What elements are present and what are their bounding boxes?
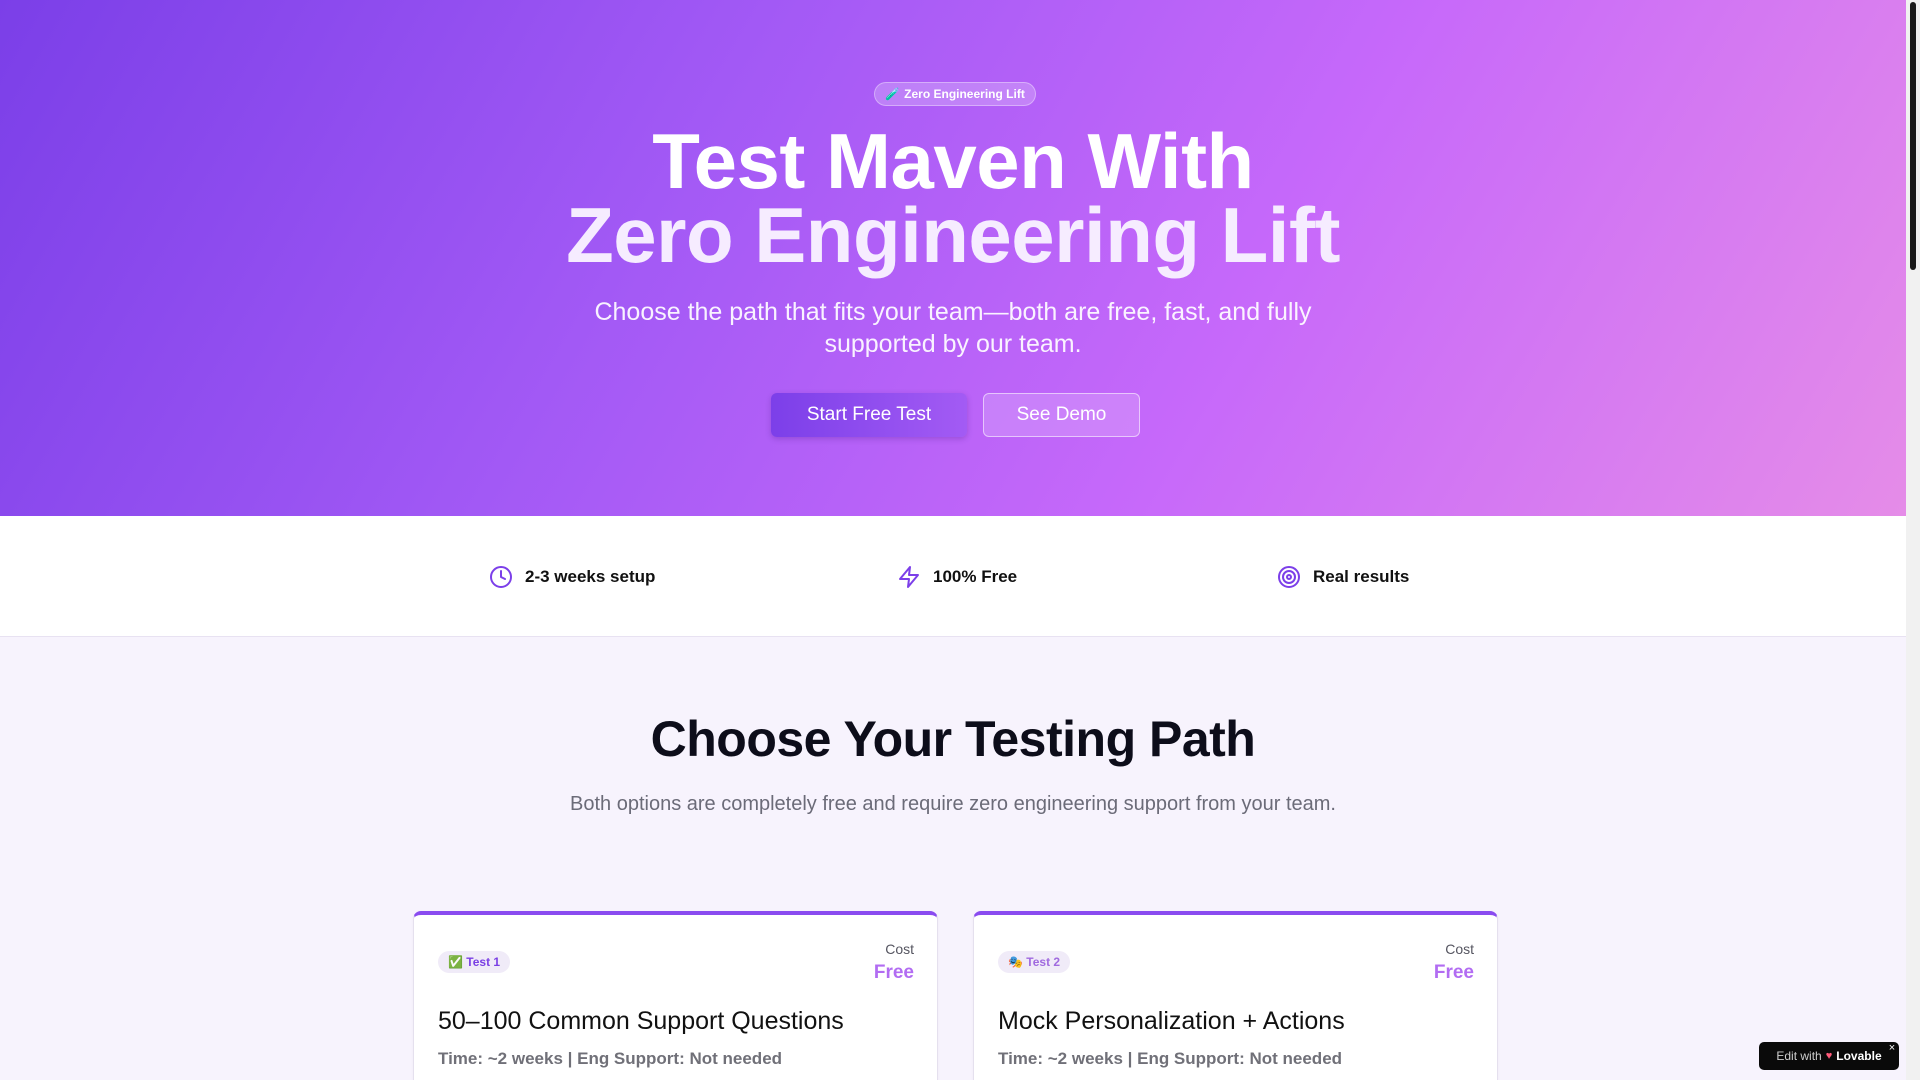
card-title: Mock Personalization + Actions <box>998 1007 1345 1035</box>
start-free-test-button[interactable]: Start Free Test <box>771 393 967 437</box>
section-title: Choose Your Testing Path <box>650 711 1256 767</box>
close-icon[interactable]: × <box>1886 1042 1898 1054</box>
card-tag: 🎭 Test 2 <box>998 951 1071 973</box>
test-card-1[interactable]: ✅ Test 1 Cost Free 50–100 Common Support… <box>413 911 938 1080</box>
hero-section: 🧪 Zero Engineering Lift Test Maven With Z… <box>0 0 1906 516</box>
hero-title-line2: Zero Engineering Lift <box>566 191 1340 279</box>
lovable-heart-icon: ♥ <box>1825 1050 1833 1062</box>
cost-value: Free <box>873 962 914 983</box>
cost-label: Cost <box>885 941 914 957</box>
features-strip: 2-3 weeks setup 100% Free Real results <box>0 516 1906 637</box>
hero-badge-label: Zero Engineering Lift <box>904 87 1025 101</box>
page-scrollbar[interactable] <box>1906 0 1920 1080</box>
theater-masks-icon: 🎭 <box>1008 955 1023 969</box>
check-icon: ✅ <box>448 955 463 969</box>
feature-results: Real results <box>1277 564 1409 590</box>
card-tag-label: Test 1 <box>466 955 501 969</box>
edit-badge-prefix: Edit with <box>1776 1049 1822 1063</box>
feature-label: 100% Free <box>933 567 1018 586</box>
test-card-2[interactable]: 🎭 Test 2 Cost Free Mock Personalization … <box>973 911 1498 1080</box>
see-demo-button[interactable]: See Demo <box>983 393 1140 437</box>
hero-badge: 🧪 Zero Engineering Lift <box>874 82 1036 106</box>
card-title: 50–100 Common Support Questions <box>438 1007 844 1035</box>
lightning-icon <box>899 566 919 588</box>
feature-label: 2-3 weeks setup <box>525 567 656 586</box>
page: 🧪 Zero Engineering Lift Test Maven With Z… <box>0 0 1906 1080</box>
edit-with-lovable-badge[interactable]: Edit with ♥ Lovable <box>1759 1042 1899 1070</box>
section-subtitle: Both options are completely free and req… <box>570 793 1336 815</box>
cost-value: Free <box>1433 962 1474 983</box>
edit-badge-brand: Lovable <box>1836 1049 1882 1063</box>
card-tag: ✅ Test 1 <box>438 951 511 973</box>
scrollbar-thumb[interactable] <box>1910 2 1916 270</box>
feature-free: 100% Free <box>897 564 1017 590</box>
test-tube-icon: 🧪 <box>885 87 901 101</box>
hero-title-line1: Test Maven With <box>652 117 1254 205</box>
card-tag-label: Test 2 <box>1026 955 1061 969</box>
card-meta: Time: ~2 weeks | Eng Support: Not needed <box>998 1049 1343 1068</box>
feature-label: Real results <box>1313 567 1410 586</box>
cost-label: Cost <box>1445 941 1474 957</box>
clock-icon <box>490 566 512 588</box>
card-meta: Time: ~2 weeks | Eng Support: Not needed <box>438 1049 783 1068</box>
hero-title: Test Maven With Zero Engineering Lift <box>460 117 1446 279</box>
feature-setup: 2-3 weeks setup <box>489 564 655 590</box>
target-icon <box>1278 566 1300 588</box>
hero-subtitle: Choose the path that fits your team—both… <box>594 298 1312 358</box>
